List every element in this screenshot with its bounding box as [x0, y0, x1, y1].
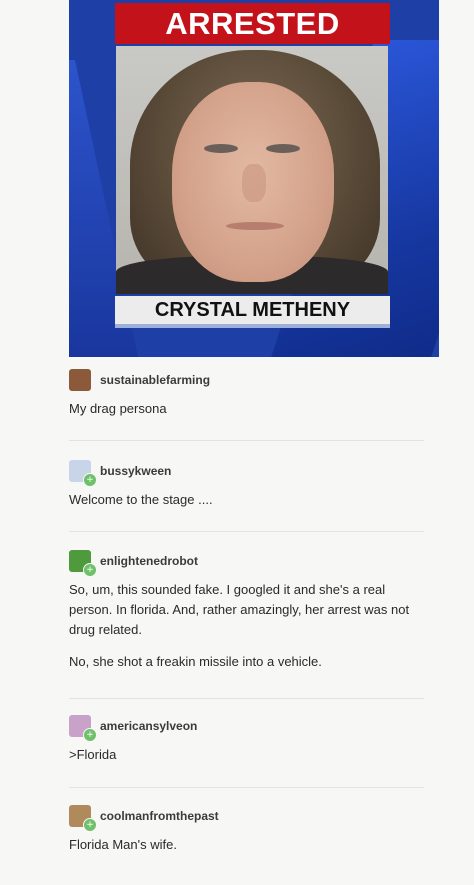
post-text: Florida Man's wife.: [69, 837, 177, 852]
post-header: sustainablefarming: [69, 367, 429, 393]
post-body: >Florida: [69, 745, 429, 765]
divider: [69, 440, 424, 441]
post-text: No, she shot a freakin missile into a ve…: [69, 654, 322, 669]
reblog-entry: + bussykween Welcome to the stage ....: [69, 458, 429, 522]
farm-photo-avatar-icon[interactable]: [69, 369, 91, 391]
username-link[interactable]: enlightenedrobot: [100, 554, 198, 568]
name-caption: CRYSTAL METHENY: [115, 296, 390, 324]
post-header: + coolmanfromthepast: [69, 803, 429, 832]
arrest-news-image: ARRESTED CRYSTAL METHENY: [69, 0, 439, 357]
pink-creature-avatar-icon[interactable]: +: [69, 715, 97, 742]
post-body: Welcome to the stage ....: [69, 490, 429, 510]
divider: [69, 787, 424, 788]
post-body: My drag persona: [69, 399, 429, 419]
post-text: Welcome to the stage ....: [69, 492, 213, 507]
post-text: My drag persona: [69, 401, 167, 416]
reblog-entry: + americansylveon >Florida: [69, 713, 429, 777]
post-header: + americansylveon: [69, 713, 429, 742]
reblog-entry: sustainablefarming My drag persona: [69, 367, 429, 431]
caption-underline: [115, 324, 390, 328]
post-header: + enlightenedrobot: [69, 548, 429, 577]
reblog-badge-icon: +: [83, 473, 97, 487]
username-link[interactable]: americansylveon: [100, 719, 197, 733]
post-body: So, um, this sounded fake. I googled it …: [69, 580, 429, 672]
flower-avatar-icon[interactable]: +: [69, 460, 97, 487]
username-link[interactable]: coolmanfromthepast: [100, 809, 219, 823]
reblog-entry: + enlightenedrobot So, um, this sounded …: [69, 548, 429, 684]
username-link[interactable]: bussykween: [100, 464, 171, 478]
username-link[interactable]: sustainablefarming: [100, 373, 210, 387]
reblog-entry: + coolmanfromthepast Florida Man's wife.: [69, 803, 429, 867]
green-leaf-avatar-icon[interactable]: +: [69, 550, 97, 577]
divider: [69, 531, 424, 532]
divider: [69, 698, 424, 699]
post-header: + bussykween: [69, 458, 429, 487]
post-body: Florida Man's wife.: [69, 835, 429, 855]
reblog-badge-icon: +: [83, 728, 97, 742]
reblog-badge-icon: +: [83, 818, 97, 832]
arrested-banner: ARRESTED: [115, 3, 390, 44]
post-text: >Florida: [69, 747, 117, 762]
post-text: So, um, this sounded fake. I googled it …: [69, 582, 410, 637]
reblog-badge-icon: +: [83, 563, 97, 577]
mugshot-photo: [116, 46, 388, 294]
portrait-avatar-icon[interactable]: +: [69, 805, 97, 832]
